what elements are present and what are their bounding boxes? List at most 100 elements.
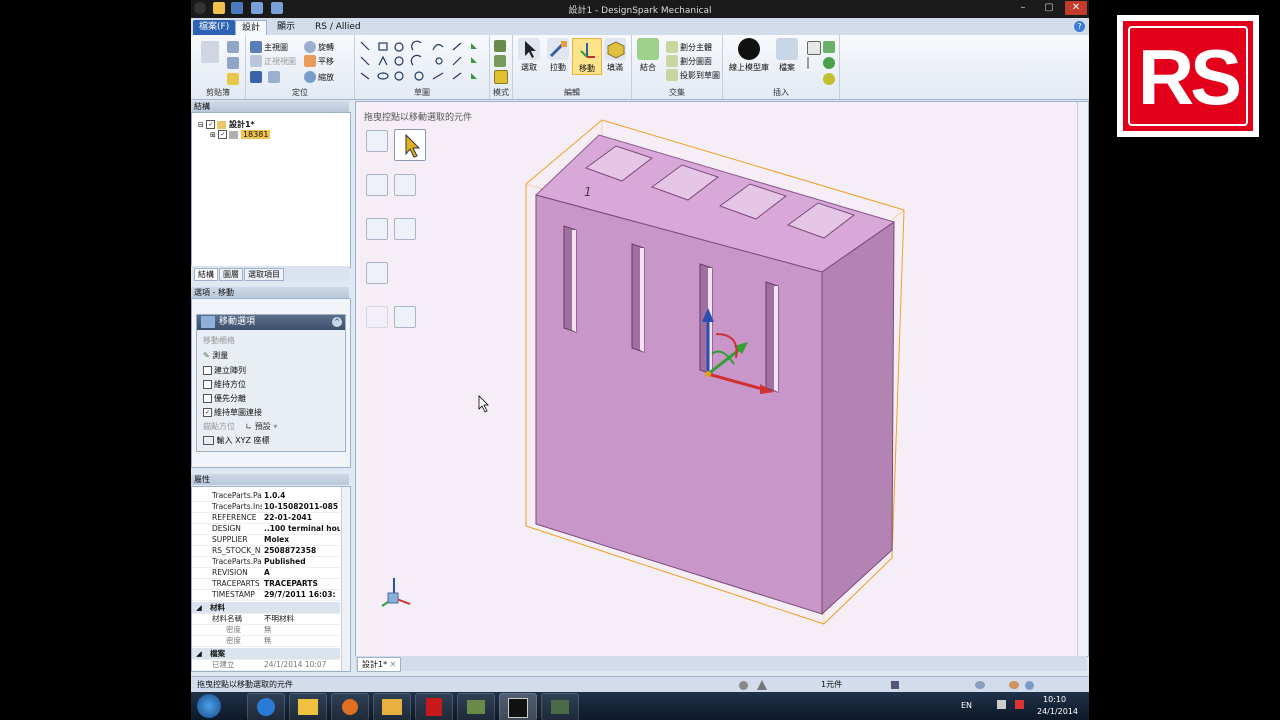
pan-label[interactable]: 平移 [318, 56, 334, 67]
taskbar-explorer-icon[interactable] [289, 693, 327, 720]
tray-volume-icon[interactable] [1015, 700, 1024, 709]
cut-icon[interactable] [227, 41, 239, 53]
axis-icon[interactable] [807, 57, 809, 69]
section-mode-icon[interactable] [494, 55, 506, 67]
close-button[interactable]: ✕ [1065, 1, 1087, 15]
prop-row: 密度無 [192, 635, 340, 647]
sphere-icon[interactable] [823, 57, 835, 69]
online-library-button[interactable]: 線上模型庫 [729, 38, 769, 73]
paste-icon[interactable] [201, 41, 219, 63]
group-insert: 線上模型庫 檔案 插入 [723, 35, 840, 99]
collapse-icon[interactable]: ^ [332, 317, 342, 327]
copy-icon[interactable] [227, 57, 239, 69]
rotate-label[interactable]: 旋轉 [318, 42, 334, 53]
zoom-label[interactable]: 縮放 [318, 72, 334, 83]
group-sketch: 草圖 [355, 35, 490, 99]
option-detach-first[interactable]: 優先分離 [203, 393, 246, 404]
properties-scrollbar[interactable] [341, 487, 350, 671]
split-face-label[interactable]: 劃分圖面 [680, 56, 712, 67]
tray-network-icon[interactable] [997, 700, 1006, 709]
status-filter-icon[interactable] [891, 681, 899, 689]
tree-child[interactable]: ⊞ ✓ 18381 [210, 130, 271, 139]
taskbar-acrobat-icon[interactable] [415, 693, 453, 720]
file-insert-label: 檔案 [779, 63, 795, 72]
option-measure[interactable]: ✎ 測量 [203, 350, 228, 361]
tab-structure[interactable]: 結構 [194, 268, 218, 281]
pull-button[interactable]: 拉動 [544, 38, 572, 73]
clock-date[interactable]: 24/1/2014 [1037, 707, 1078, 716]
home-view-label[interactable]: 主視圖 [264, 42, 288, 53]
sketch-mode-icon[interactable] [494, 40, 506, 52]
taskbar-outlook-icon[interactable] [373, 693, 411, 720]
split-body-label[interactable]: 劃分主體 [680, 42, 712, 53]
taskbar-other-icon[interactable] [541, 693, 579, 720]
title-bar: 設計1 - DesignSpark Mechanical – ▢ ✕ [191, 0, 1089, 18]
split-face-icon[interactable] [666, 55, 678, 67]
status-pan-icon[interactable] [1009, 681, 1019, 689]
design-canvas[interactable]: 拖曳控點以移動選取的元件 1 [355, 101, 1089, 657]
plane-icon[interactable] [807, 41, 821, 55]
view-cube-icon[interactable] [250, 71, 262, 83]
taskbar-designspark-icon[interactable] [499, 693, 537, 720]
group-clipboard: 剪貼簿 [191, 35, 246, 99]
structure-tree[interactable]: ⊟ ✓ 設計1* ⊞ ✓ 18381 [191, 112, 351, 268]
doc-tab-close-icon[interactable]: ✕ [390, 660, 397, 669]
select-button[interactable]: 選取 [515, 38, 543, 73]
tab-design[interactable]: 設計 [235, 20, 268, 36]
canvas-scrollbar[interactable] [1077, 102, 1088, 656]
file-insert-button[interactable]: 檔案 [773, 38, 801, 73]
zoom-icon[interactable] [304, 71, 316, 83]
prop-row: TIMESTAMP 29/7/2011 16:03: [192, 589, 340, 601]
plan-view-icon[interactable] [250, 55, 262, 67]
group-label-edit: 編輯 [564, 88, 580, 97]
move-button[interactable]: 移動 [572, 38, 602, 75]
tab-rs-allied[interactable]: RS / Allied [309, 20, 367, 35]
taskbar-media-icon[interactable] [331, 693, 369, 720]
option-move-grid[interactable]: 移動柵格 [203, 335, 235, 346]
doc-tab-design1[interactable]: 設計1* ✕ [357, 657, 402, 672]
status-grid-icon[interactable] [739, 681, 748, 690]
project-label[interactable]: 投影到草圖 [680, 70, 720, 81]
option-maintain-sketch[interactable]: ✓ 維持草圖連接 [203, 407, 262, 418]
windows-taskbar: EN 10:10 24/1/2014 [191, 692, 1089, 720]
project-icon[interactable] [666, 69, 678, 81]
rotate-icon[interactable] [304, 41, 316, 53]
model-view[interactable]: 1 [356, 102, 1088, 656]
status-view-icon[interactable] [975, 681, 985, 689]
3d-mode-icon[interactable] [494, 70, 508, 84]
tab-layers[interactable]: 圖層 [219, 268, 243, 281]
cylinder-icon[interactable] [823, 41, 835, 53]
tree-root[interactable]: ⊟ ✓ 設計1* [198, 119, 255, 130]
maximize-button[interactable]: ▢ [1039, 1, 1059, 15]
tab-display[interactable]: 顯示 [271, 20, 301, 35]
taskbar-app-icon[interactable] [457, 693, 495, 720]
home-view-icon[interactable] [250, 41, 262, 53]
spin-icon[interactable] [268, 71, 280, 83]
help-icon[interactable]: ? [1074, 21, 1085, 32]
clock-time[interactable]: 10:10 [1043, 695, 1066, 704]
tab-file[interactable]: 檔案(F) [193, 20, 236, 35]
fill-button[interactable]: 填滿 [601, 38, 629, 73]
option-maintain-orientation[interactable]: 維持方位 [203, 379, 246, 390]
status-zoom-icon[interactable] [1025, 681, 1034, 690]
option-xyz[interactable]: 輸入 XYZ 座標 [203, 435, 269, 446]
group-label-insert: 插入 [773, 88, 789, 97]
status-selection[interactable]: 1元件 [821, 677, 842, 693]
combine-button[interactable]: 結合 [634, 38, 662, 73]
minimize-button[interactable]: – [1013, 1, 1033, 15]
torus-icon[interactable] [823, 73, 835, 85]
taskbar-ie-icon[interactable] [247, 693, 285, 720]
start-button-icon[interactable] [197, 694, 221, 718]
option-anchor[interactable]: 錨點方位 ∟ 預設 ▾ [203, 421, 277, 432]
language-indicator[interactable]: EN [961, 701, 972, 710]
split-body-icon[interactable] [666, 41, 678, 53]
status-warning-icon[interactable] [757, 680, 767, 690]
sketch-tools[interactable] [355, 39, 489, 89]
properties-panel[interactable]: TraceParts.Pa 1.0.4 TraceParts.Ins 10-1508… [191, 486, 351, 672]
option-create-pattern[interactable]: 建立陣列 [203, 365, 246, 376]
format-icon[interactable] [227, 73, 239, 85]
tab-selection[interactable]: 選取項目 [244, 268, 284, 281]
plan-view-label[interactable]: 正視視圖 [264, 56, 296, 67]
pan-icon[interactable] [304, 55, 316, 67]
option-maintain-sketch-label: 維持草圖連接 [214, 408, 262, 417]
